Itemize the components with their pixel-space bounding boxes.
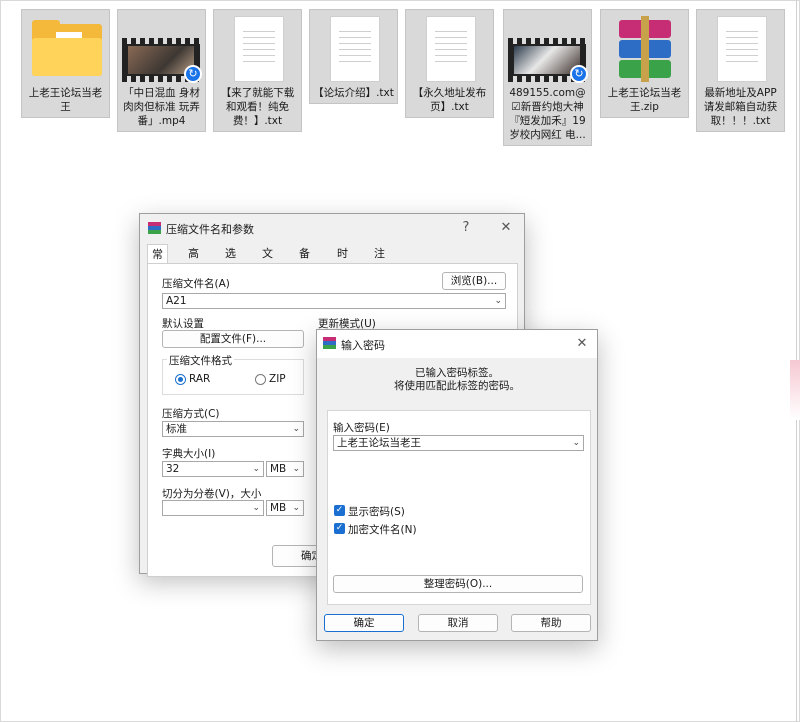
- password-dialog-title: 输入密码: [341, 339, 385, 352]
- winrar-icon: [148, 222, 161, 234]
- file-item[interactable]: 【永久地址发布页】.txt: [405, 9, 494, 118]
- file-item[interactable]: 上老王论坛当老王: [21, 9, 110, 118]
- default-settings-label: 默认设置: [162, 318, 204, 330]
- ok-button[interactable]: 确定: [324, 614, 404, 632]
- folder-icon: [22, 10, 109, 86]
- tab-advanced[interactable]: 高级: [184, 244, 203, 280]
- password-value: 上老王论坛当老王: [337, 437, 421, 449]
- tab-files[interactable]: 文件: [258, 244, 277, 280]
- zip-format-radio[interactable]: [255, 374, 266, 385]
- password-label: 输入密码(E): [333, 422, 390, 434]
- split-size-input[interactable]: ⌄: [162, 500, 264, 516]
- organize-passwords-button[interactable]: 整理密码(O)...: [333, 575, 583, 593]
- chevron-down-icon: ⌄: [292, 424, 300, 434]
- help-button[interactable]: 帮助: [511, 614, 591, 632]
- file-item[interactable]: 【论坛介绍】.txt: [309, 9, 398, 104]
- archive-name-label: 压缩文件名(A): [162, 278, 230, 290]
- encrypt-names-checkbox[interactable]: ✓: [334, 523, 345, 534]
- archive-format-group: 压缩文件格式 RAR ZIP: [162, 353, 304, 395]
- text-file-icon: [214, 10, 301, 86]
- background-decoration: [790, 360, 800, 420]
- show-password-checkbox[interactable]: ✓: [334, 505, 345, 516]
- archive-name-input[interactable]: A21 ⌄: [162, 293, 506, 309]
- rar-format-label: RAR: [189, 373, 211, 385]
- file-name: 【论坛介绍】.txt: [313, 87, 394, 99]
- split-volumes-label: 切分为分卷(V)，大小: [162, 488, 262, 500]
- chevron-down-icon: ⌄: [252, 464, 260, 474]
- chevron-down-icon: ⌄: [292, 503, 300, 513]
- chevron-down-icon: ⌄: [494, 296, 502, 306]
- dictionary-size-select[interactable]: 32 ⌄: [162, 461, 264, 477]
- rar-format-radio[interactable]: [175, 374, 186, 385]
- archive-dialog-title: 压缩文件名和参数: [166, 223, 254, 236]
- close-button[interactable]: ✕: [495, 218, 517, 238]
- password-input[interactable]: 上老王论坛当老王 ⌄: [333, 435, 584, 451]
- compression-method-value: 标准: [166, 423, 187, 435]
- video-icon: ↻: [118, 10, 205, 86]
- video-icon: ↻: [504, 10, 591, 86]
- file-item[interactable]: ↻ 「中日混血 身材肉肉但标准 玩弄番」.mp4: [117, 9, 206, 132]
- help-button[interactable]: ?: [455, 218, 477, 238]
- browse-button[interactable]: 浏览(B)...: [442, 272, 506, 290]
- close-button[interactable]: ✕: [571, 334, 593, 354]
- file-name: 【来了就能下载和观看！纯免费！】.txt: [220, 87, 295, 127]
- chevron-down-icon: ⌄: [572, 438, 580, 448]
- chevron-down-icon: ⌄: [252, 503, 260, 513]
- encrypt-names-label: 加密文件名(N): [348, 524, 417, 536]
- archive-format-label: 压缩文件格式: [167, 353, 234, 368]
- file-item[interactable]: 最新地址及APP请发邮箱自动获取！！！.txt: [696, 9, 785, 132]
- tab-options[interactable]: 选项: [221, 244, 240, 280]
- profiles-button[interactable]: 配置文件(F)...: [162, 330, 304, 348]
- password-panel: 输入密码(E) 上老王论坛当老王 ⌄ ✓ 显示密码(S) ✓ 加密文件名(N) …: [327, 410, 591, 605]
- file-name: 【永久地址发布页】.txt: [412, 87, 487, 113]
- text-file-icon: [310, 10, 397, 86]
- tab-comment[interactable]: 注释: [370, 244, 389, 280]
- file-item[interactable]: 【来了就能下载和观看！纯免费！】.txt: [213, 9, 302, 132]
- compression-method-label: 压缩方式(C): [162, 408, 220, 420]
- text-file-icon: [406, 10, 493, 86]
- show-password-label: 显示密码(S): [348, 506, 405, 518]
- tab-time[interactable]: 时间: [333, 244, 352, 280]
- text-file-icon: [697, 10, 784, 86]
- file-item[interactable]: ↻ 489155.com@☑新晋约炮大神『短发加禾』19岁校内网红 电...: [503, 9, 592, 146]
- info-line-2: 将使用匹配此标签的密码。: [394, 380, 520, 392]
- dictionary-unit-select[interactable]: MB ⌄: [266, 461, 304, 477]
- archive-dialog-titlebar[interactable]: 压缩文件名和参数 ? ✕: [140, 214, 524, 242]
- file-item[interactable]: 上老王论坛当老王.zip: [600, 9, 689, 118]
- tab-general[interactable]: 常规: [147, 244, 168, 281]
- rar-archive-icon: [601, 10, 688, 86]
- winrar-icon: [323, 337, 336, 349]
- file-name: 489155.com@☑新晋约炮大神『短发加禾』19岁校内网红 电...: [509, 87, 586, 141]
- dictionary-unit-value: MB: [270, 463, 287, 475]
- sync-badge-icon: ↻: [570, 65, 588, 83]
- file-name: 上老王论坛当老王: [28, 87, 103, 113]
- sync-badge-icon: ↻: [184, 65, 202, 83]
- file-name: 最新地址及APP请发邮箱自动获取！！！.txt: [703, 87, 778, 127]
- dictionary-size-label: 字典大小(I): [162, 448, 216, 460]
- compression-method-select[interactable]: 标准 ⌄: [162, 421, 304, 437]
- zip-format-label: ZIP: [269, 373, 286, 385]
- tab-backup[interactable]: 备份: [295, 244, 314, 280]
- file-name: 「中日混血 身材肉肉但标准 玩弄番」.mp4: [123, 87, 200, 127]
- dictionary-size-value: 32: [166, 463, 180, 475]
- chevron-down-icon: ⌄: [292, 464, 300, 474]
- archive-name-value: A21: [166, 295, 187, 307]
- split-unit-value: MB: [270, 502, 287, 514]
- split-unit-select[interactable]: MB ⌄: [266, 500, 304, 516]
- file-name: 上老王论坛当老王.zip: [607, 87, 682, 113]
- password-dialog-titlebar[interactable]: 输入密码 ✕: [317, 330, 597, 358]
- cancel-button[interactable]: 取消: [418, 614, 498, 632]
- password-dialog: 输入密码 ✕ 已输入密码标签。 将使用匹配此标签的密码。 输入密码(E) 上老王…: [316, 329, 598, 641]
